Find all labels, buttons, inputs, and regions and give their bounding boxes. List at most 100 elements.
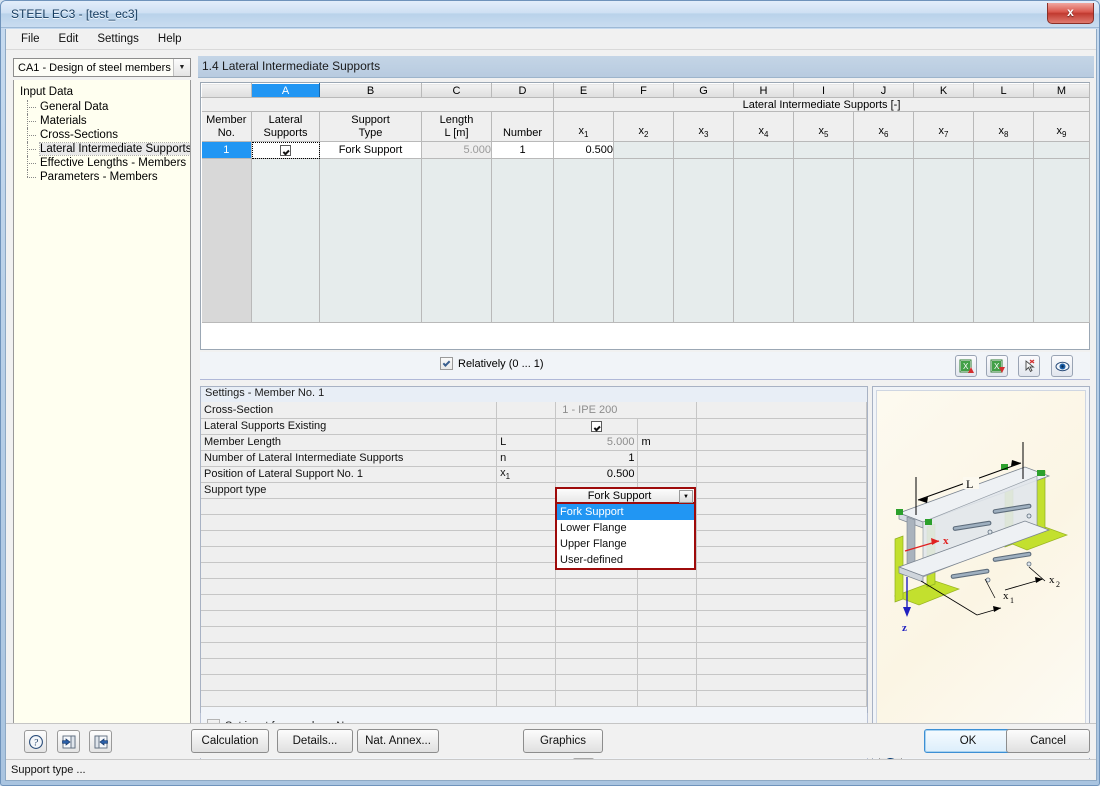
col-letter-h[interactable]: H <box>733 83 794 98</box>
cancel-button[interactable]: Cancel <box>1006 729 1090 753</box>
support-type-dropdown[interactable]: Fork Support ▼ Fork Support Lower Flange… <box>555 487 696 570</box>
cell-x9[interactable] <box>1033 141 1090 160</box>
calculation-button[interactable]: Calculation <box>191 729 269 753</box>
col-letter-d[interactable]: D <box>491 83 554 98</box>
tree-root-input-data[interactable]: Input Data <box>18 85 190 100</box>
settings-row-cross-section[interactable]: Cross-Section 1 - IPE 200 <box>201 402 868 419</box>
sidebar-item-materials[interactable]: Materials <box>18 114 190 128</box>
import-from-excel-down-icon[interactable]: X <box>986 355 1008 377</box>
settings-pad <box>696 418 868 435</box>
row-header-member-no[interactable]: 1 <box>201 141 252 160</box>
chevron-down-icon[interactable]: ▼ <box>679 490 693 503</box>
settings-row-member-length[interactable]: Member Length L 5.000 m <box>201 434 868 451</box>
settings-value-lateral-supports-existing[interactable] <box>555 418 639 435</box>
cell-x1[interactable]: 0.500 <box>553 141 614 160</box>
cell-empty[interactable] <box>673 158 734 324</box>
col-letter-b[interactable]: B <box>319 83 422 98</box>
col-letter-e[interactable]: E <box>553 83 614 98</box>
settings-value-position-support-1[interactable]: 0.500 <box>555 466 639 483</box>
cell-x7[interactable] <box>913 141 974 160</box>
design-case-combo[interactable]: CA1 - Design of steel members a ▼ <box>13 58 191 77</box>
row-header-empty[interactable] <box>201 158 252 324</box>
cell-empty[interactable] <box>793 158 854 324</box>
sidebar-item-lateral-intermediate-supports[interactable]: Lateral Intermediate Supports <box>18 142 190 156</box>
svg-text:x: x <box>1049 574 1055 586</box>
sidebar-item-parameters-members[interactable]: Parameters - Members <box>18 170 190 184</box>
cell-empty[interactable] <box>613 158 674 324</box>
cell-empty[interactable] <box>913 158 974 324</box>
close-icon[interactable]: x <box>1047 3 1094 24</box>
next-page-icon[interactable] <box>89 730 112 753</box>
menu-settings[interactable]: Settings <box>88 30 149 48</box>
help-icon[interactable]: ? <box>24 730 47 753</box>
settings-pad <box>696 402 868 419</box>
settings-row-blank <box>201 578 868 595</box>
cell-number[interactable]: 1 <box>491 141 554 160</box>
cell-empty[interactable] <box>251 158 320 324</box>
col-letter-g[interactable]: G <box>673 83 734 98</box>
view-mode-icon[interactable] <box>1051 355 1073 377</box>
previous-page-icon[interactable] <box>57 730 80 753</box>
relatively-checkbox[interactable] <box>440 357 453 370</box>
col-letter-m[interactable]: M <box>1033 83 1090 98</box>
chevron-down-icon[interactable]: ▼ <box>173 59 190 76</box>
settings-label: Lateral Supports Existing <box>201 418 498 435</box>
export-to-excel-up-icon[interactable]: X <box>955 355 977 377</box>
cell-empty[interactable] <box>733 158 794 324</box>
lateral-supports-existing-checkbox[interactable] <box>591 420 603 432</box>
col-letter-j[interactable]: J <box>853 83 914 98</box>
sidebar-item-general-data[interactable]: General Data <box>18 100 190 114</box>
header-line1: Support <box>351 113 390 126</box>
cell-empty[interactable] <box>853 158 914 324</box>
settings-row-support-type[interactable]: Support type <box>201 482 868 499</box>
settings-row-lateral-supports-existing[interactable]: Lateral Supports Existing <box>201 418 868 435</box>
dropdown-option-fork-support[interactable]: Fork Support <box>557 504 694 520</box>
col-letter-l[interactable]: L <box>973 83 1034 98</box>
ok-button[interactable]: OK <box>924 729 1012 753</box>
settings-value-number-of-supports[interactable]: 1 <box>555 450 639 467</box>
table-row[interactable]: 1 Fork Support 5.000 1 0.500 <box>201 141 1090 160</box>
support-type-dropdown-button[interactable]: Fork Support ▼ <box>555 487 696 504</box>
relatively-checkbox-group[interactable]: Relatively (0 ... 1) <box>440 357 544 370</box>
nat-annex-button[interactable]: Nat. Annex... <box>357 729 439 753</box>
cell-x2[interactable] <box>613 141 674 160</box>
table-row-empty[interactable] <box>201 158 1090 324</box>
settings-row-number-of-supports[interactable]: Number of Lateral Intermediate Supports … <box>201 450 868 467</box>
cell-x5[interactable] <box>793 141 854 160</box>
cell-empty[interactable] <box>1033 158 1090 324</box>
menu-file[interactable]: File <box>12 30 50 48</box>
svg-text:X: X <box>963 362 969 371</box>
menu-edit[interactable]: Edit <box>50 30 89 48</box>
support-type-dropdown-list[interactable]: Fork Support Lower Flange Upper Flange U… <box>555 504 696 570</box>
svg-text:x: x <box>1003 590 1009 602</box>
settings-table: Cross-Section 1 - IPE 200 Lateral Suppor… <box>201 402 868 707</box>
cell-empty[interactable] <box>421 158 492 324</box>
settings-label: Member Length <box>201 434 498 451</box>
dropdown-option-upper-flange[interactable]: Upper Flange <box>557 536 694 552</box>
cell-x3[interactable] <box>673 141 734 160</box>
cell-x8[interactable] <box>973 141 1034 160</box>
col-letter-c[interactable]: C <box>421 83 492 98</box>
col-letter-k[interactable]: K <box>913 83 974 98</box>
cell-x4[interactable] <box>733 141 794 160</box>
graphics-button[interactable]: Graphics <box>523 729 603 753</box>
sidebar-item-effective-lengths-members[interactable]: Effective Lengths - Members <box>18 156 190 170</box>
dropdown-option-lower-flange[interactable]: Lower Flange <box>557 520 694 536</box>
lateral-supports-checkbox[interactable] <box>280 144 291 156</box>
cell-empty[interactable] <box>491 158 554 324</box>
col-letter-a[interactable]: A <box>251 83 320 98</box>
menu-help[interactable]: Help <box>149 30 192 48</box>
dropdown-option-user-defined[interactable]: User-defined <box>557 552 694 568</box>
cell-lateral-supports[interactable] <box>251 141 320 160</box>
cell-empty[interactable] <box>973 158 1034 324</box>
pick-in-model-icon[interactable] <box>1018 355 1040 377</box>
cell-support-type[interactable]: Fork Support <box>319 141 422 160</box>
col-letter-f[interactable]: F <box>613 83 674 98</box>
cell-empty[interactable] <box>319 158 422 324</box>
col-letter-i[interactable]: I <box>793 83 854 98</box>
cell-empty[interactable] <box>553 158 614 324</box>
cell-x6[interactable] <box>853 141 914 160</box>
settings-row-position-support-1[interactable]: Position of Lateral Support No. 1 x1 0.5… <box>201 466 868 483</box>
sidebar-item-cross-sections[interactable]: Cross-Sections <box>18 128 190 142</box>
details-button[interactable]: Details... <box>277 729 353 753</box>
